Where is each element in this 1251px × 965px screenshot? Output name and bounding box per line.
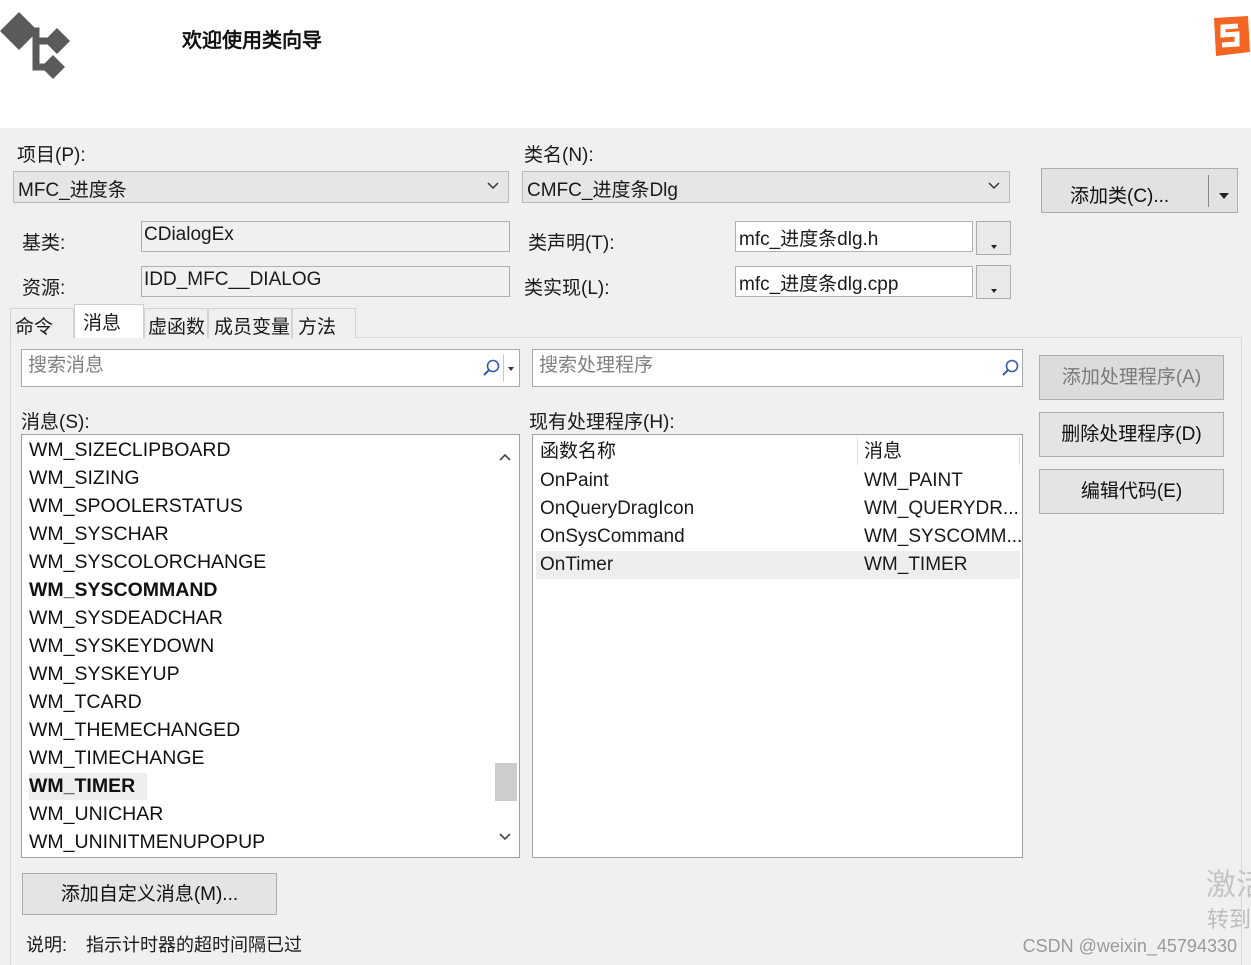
scroll-down-icon[interactable] xyxy=(498,826,512,848)
split-divider xyxy=(1208,175,1209,207)
column-divider xyxy=(1019,437,1020,465)
description-text: 指示计时器的超时间隔已过 xyxy=(86,935,302,955)
handler-row[interactable]: OnTimer WM_TIMER xyxy=(536,551,1020,579)
class-decl-dropdown-button[interactable] xyxy=(976,221,1011,255)
windows-activation-text: 激活 xyxy=(1206,869,1251,902)
handler-message-cell: WM_QUERYDR... xyxy=(864,498,1019,519)
class-impl-dropdown-button[interactable] xyxy=(976,265,1011,299)
class-wizard-logo-icon xyxy=(0,4,80,90)
messages-listbox[interactable]: WM_SIZECLIPBOARD WM_SIZING WM_SPOOLERSTATU… xyxy=(21,434,520,858)
search-handlers-box[interactable] xyxy=(532,349,1023,387)
scrollbar-thumb[interactable] xyxy=(495,763,517,801)
column-divider[interactable] xyxy=(857,437,858,465)
message-list-item[interactable]: WM_SYSCOMMAND xyxy=(29,577,218,604)
message-list-item[interactable]: WM_UNICHAR xyxy=(29,801,163,828)
tab-commands[interactable]: 命令 xyxy=(10,308,74,338)
tab-virtual-functions[interactable]: 虚函数 xyxy=(144,308,208,338)
messages-label: 消息(S): xyxy=(21,412,90,433)
resource-label: 资源: xyxy=(22,278,66,299)
search-messages-box[interactable] xyxy=(21,349,520,387)
wizard-header: 欢迎使用类向导 xyxy=(0,0,1251,128)
tab-messages[interactable]: 消息 xyxy=(74,304,144,338)
handlers-listview[interactable]: 函数名称 消息 OnPaint WM_PAINT OnQueryDragIcon WM… xyxy=(532,434,1023,858)
handler-row[interactable]: OnSysCommand WM_SYSCOMM... xyxy=(536,523,1023,551)
message-list-item[interactable]: WM_TCARD xyxy=(29,689,142,716)
chevron-down-icon xyxy=(486,176,500,202)
column-header-function[interactable]: 函数名称 xyxy=(540,438,616,466)
windows-activation-hint: 转到 xyxy=(1207,907,1251,932)
dropdown-arrow-icon xyxy=(988,279,1000,301)
resource-field: IDD_MFC__DIALOG xyxy=(141,266,510,297)
classname-combo[interactable]: CMFC_进度条Dlg xyxy=(522,171,1010,203)
add-custom-message-button[interactable]: 添加自定义消息(M)... xyxy=(22,873,277,915)
handler-function-cell: OnPaint xyxy=(540,470,609,491)
class-decl-label: 类声明(T): xyxy=(528,233,615,254)
add-class-label: 添加类(C)... xyxy=(1070,186,1170,207)
search-messages-input[interactable] xyxy=(26,354,450,378)
handler-function-cell: OnSysCommand xyxy=(540,526,685,547)
message-list-item[interactable]: WM_TIMECHANGE xyxy=(29,745,205,772)
handler-function-cell: OnTimer xyxy=(540,554,614,575)
message-list-item[interactable]: WM_SYSDEADCHAR xyxy=(29,605,223,632)
add-class-button[interactable]: 添加类(C)... xyxy=(1041,168,1238,213)
add-handler-button[interactable]: 添加处理程序(A) xyxy=(1039,355,1224,400)
base-class-label: 基类: xyxy=(22,233,66,254)
message-list-item[interactable]: WM_SIZING xyxy=(29,465,140,492)
message-list-item[interactable]: WM_SYSKEYUP xyxy=(29,661,180,688)
classname-label: 类名(N): xyxy=(524,145,594,166)
chevron-down-icon xyxy=(987,176,1001,202)
description-label: 说明: xyxy=(26,935,68,955)
handlers-label: 现有处理程序(H): xyxy=(529,412,675,433)
dropdown-arrow-icon[interactable] xyxy=(1218,185,1230,207)
classname-value: CMFC_进度条Dlg xyxy=(527,180,678,201)
project-value: MFC_进度条 xyxy=(18,180,127,201)
class-impl-value: mfc_进度条dlg.cpp xyxy=(739,274,899,295)
project-label: 项目(P): xyxy=(17,145,86,166)
handler-message-cell: WM_SYSCOMM... xyxy=(864,526,1023,547)
message-list-item[interactable]: WM_THEMECHANGED xyxy=(29,717,240,744)
handler-message-cell: WM_TIMER xyxy=(864,554,968,575)
search-options-dropdown[interactable] xyxy=(503,354,518,382)
wizard-title: 欢迎使用类向导 xyxy=(182,28,322,52)
search-handlers-input[interactable] xyxy=(537,354,961,378)
base-class-field: CDialogEx xyxy=(141,221,510,252)
search-icon[interactable] xyxy=(1001,358,1021,384)
project-combo[interactable]: MFC_进度条 xyxy=(13,171,509,203)
csdn-watermark: CSDN @weixin_45794330 xyxy=(1022,936,1237,956)
handler-row[interactable]: OnQueryDragIcon WM_QUERYDR... xyxy=(536,495,1020,523)
handler-message-cell: WM_PAINT xyxy=(864,470,963,491)
message-list-item[interactable]: WM_TIMER xyxy=(29,773,148,800)
column-header-message[interactable]: 消息 xyxy=(864,438,902,466)
class-decl-value: mfc_进度条dlg.h xyxy=(739,229,879,250)
handler-function-cell: OnQueryDragIcon xyxy=(540,498,695,519)
sogou-ime-icon[interactable] xyxy=(1208,14,1251,64)
scroll-up-icon[interactable] xyxy=(498,446,512,468)
class-decl-field[interactable]: mfc_进度条dlg.h xyxy=(735,221,973,252)
message-list-item[interactable]: WM_UNINITMENUPOPUP xyxy=(29,829,265,856)
message-list-item[interactable]: WM_SYSKEYDOWN xyxy=(29,633,214,660)
base-class-value: CDialogEx xyxy=(144,224,234,245)
class-impl-field[interactable]: mfc_进度条dlg.cpp xyxy=(735,266,973,297)
dropdown-arrow-icon xyxy=(988,235,1000,257)
delete-handler-button[interactable]: 删除处理程序(D) xyxy=(1039,412,1224,457)
class-impl-label: 类实现(L): xyxy=(524,278,610,299)
message-list-item[interactable]: WM_SYSCOLORCHANGE xyxy=(29,549,266,576)
message-list-item[interactable]: WM_SIZECLIPBOARD xyxy=(29,437,231,464)
message-list-item[interactable]: WM_SYSCHAR xyxy=(29,521,169,548)
tab-member-variables[interactable]: 成员变量 xyxy=(208,308,292,338)
resource-value: IDD_MFC__DIALOG xyxy=(144,269,322,290)
search-icon[interactable] xyxy=(482,358,502,384)
handler-row[interactable]: OnPaint WM_PAINT xyxy=(536,467,1020,495)
messages-scrollbar[interactable] xyxy=(493,437,517,855)
edit-code-button[interactable]: 编辑代码(E) xyxy=(1039,469,1224,514)
tab-methods[interactable]: 方法 xyxy=(292,308,356,338)
message-list-item[interactable]: WM_SPOOLERSTATUS xyxy=(29,493,243,520)
